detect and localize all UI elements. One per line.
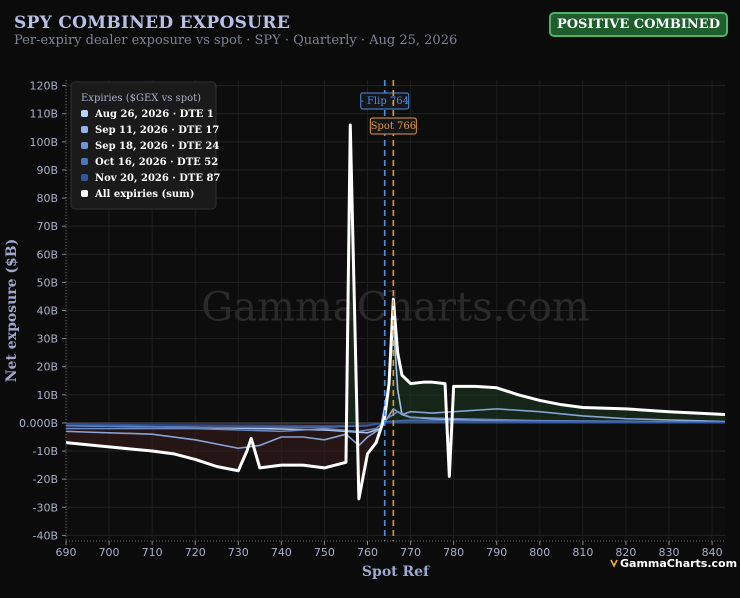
y-tick-label: -20B	[32, 473, 58, 486]
y-tick-label: 110B	[29, 108, 58, 121]
x-axis-title: Spot Ref	[362, 564, 430, 580]
legend-swatch-3	[81, 158, 88, 165]
y-tick-label: -40B	[32, 529, 58, 542]
x-tick-label: 690	[56, 546, 77, 559]
x-tick-label: 750	[314, 546, 335, 559]
y-tick-label: 40B	[36, 305, 58, 318]
legend-label-1: Sep 11, 2026 · DTE 17	[95, 125, 219, 136]
x-tick-label: 780	[443, 546, 464, 559]
y-tick-label: 30B	[36, 333, 58, 346]
legend-swatch-2	[81, 142, 88, 149]
brand-label: GammaCharts.com	[620, 557, 737, 570]
legend-title: Expiries ($GEX vs spot)	[81, 93, 201, 104]
x-tick-label: 790	[486, 546, 507, 559]
x-tick-label: 810	[572, 546, 593, 559]
legend-swatch-5	[81, 190, 88, 197]
y-tick-label: 120B	[29, 80, 58, 93]
x-tick-label: 710	[142, 546, 163, 559]
x-tick-label: 760	[357, 546, 378, 559]
y-tick-label: -10B	[32, 445, 58, 458]
y-tick-label: 90B	[36, 164, 58, 177]
y-tick-label: -30B	[32, 501, 58, 514]
x-tick-label: 800	[529, 546, 550, 559]
annotation-label-0: - Flip 764	[360, 96, 409, 107]
y-tick-label: 70B	[36, 220, 58, 233]
y-axis-title: Net exposure ($B)	[4, 239, 20, 382]
legend-label-5: All expiries (sum)	[94, 189, 194, 200]
legend-label-2: Sep 18, 2026 · DTE 24	[95, 141, 219, 152]
y-tick-label: 80B	[36, 192, 58, 205]
legend-swatch-4	[81, 174, 88, 181]
x-tick-label: 700	[99, 546, 120, 559]
y-tick-label: 100B	[29, 136, 58, 149]
x-tick-label: 740	[271, 546, 292, 559]
legend-swatch-1	[81, 126, 88, 133]
y-tick-label: 50B	[36, 276, 58, 289]
legend-swatch-0	[81, 110, 88, 117]
x-tick-label: 770	[400, 546, 421, 559]
y-tick-label: 20B	[36, 361, 58, 374]
legend-label-4: Nov 20, 2026 · DTE 87	[95, 173, 220, 184]
y-tick-label: 10B	[36, 389, 58, 402]
y-tick-label: 0.000B	[19, 417, 58, 430]
x-tick-label: 720	[185, 546, 206, 559]
y-tick-label: 60B	[36, 248, 58, 261]
annotation-label-1: Spot 766	[371, 121, 417, 132]
legend-label-3: Oct 16, 2026 · DTE 52	[95, 157, 218, 168]
x-tick-label: 730	[228, 546, 249, 559]
exposure-chart: GammaCharts.com - Flip 764 Spot 766 -40B -30…	[4, 80, 737, 580]
legend-label-0: Aug 26, 2026 · DTE 1	[94, 109, 214, 120]
gamma-icon	[610, 559, 618, 568]
